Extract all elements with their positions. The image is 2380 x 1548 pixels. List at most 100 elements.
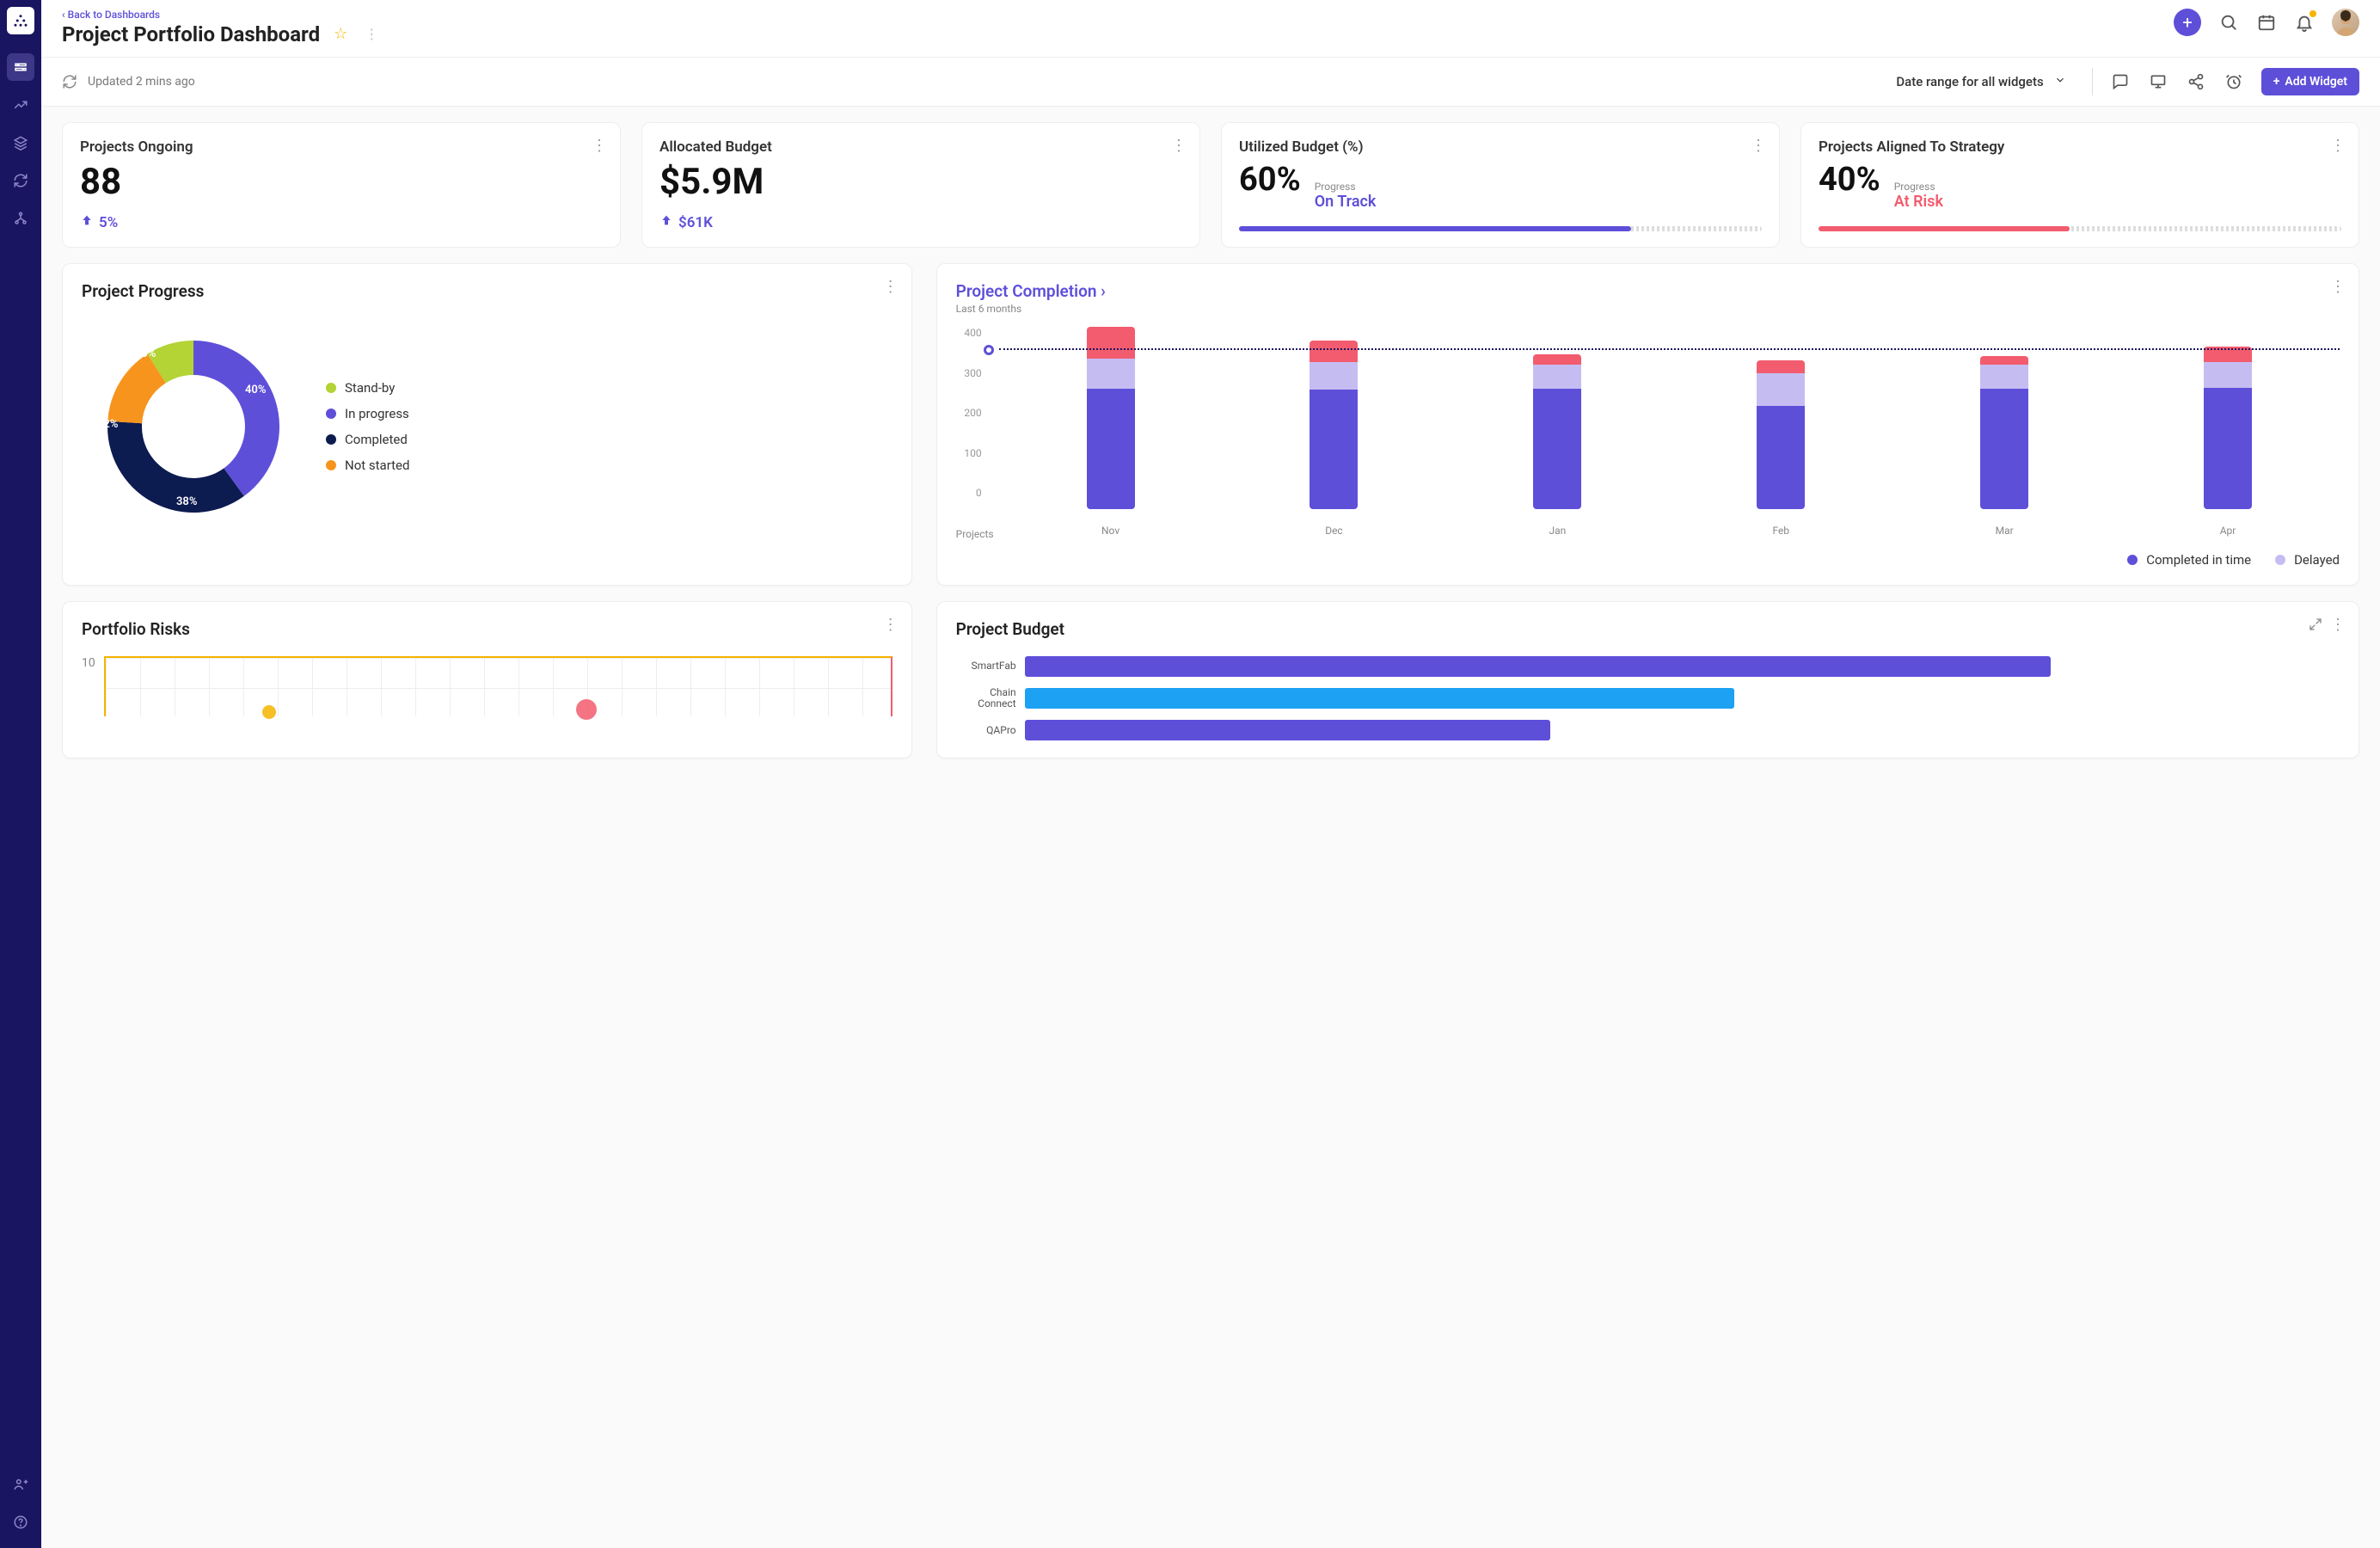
card-menu-icon[interactable]: ⋮	[2330, 137, 2346, 155]
present-icon[interactable]	[2148, 71, 2168, 92]
card-title: Utilized Budget (%)	[1239, 138, 1762, 156]
bar-segment	[1533, 365, 1581, 389]
card-menu-icon[interactable]: ⋮	[1171, 137, 1187, 155]
chart-title: Portfolio Risks	[82, 619, 892, 639]
progress-bar	[1819, 226, 2341, 231]
card-utilized: ⋮ Utilized Budget (%) 60% Progress On Tr…	[1221, 122, 1780, 248]
calendar-icon[interactable]	[2256, 12, 2277, 33]
bar-segment	[1310, 341, 1358, 362]
avatar[interactable]	[2332, 9, 2359, 36]
progress-fill	[1819, 226, 2070, 231]
sidebar-sync-icon[interactable]	[7, 167, 34, 194]
page-menu-icon[interactable]: ⋮	[361, 23, 382, 44]
card-menu-icon[interactable]: ⋮	[883, 616, 899, 634]
card-menu-icon[interactable]: ⋮	[1751, 137, 1767, 155]
hbar-fill	[1025, 720, 1551, 740]
add-widget-button[interactable]: + Add Widget	[2261, 68, 2359, 95]
card-title: Projects Ongoing	[80, 138, 603, 156]
create-button[interactable]: +	[2174, 9, 2201, 36]
expand-icon[interactable]	[2309, 617, 2322, 635]
chart-title: Project Progress	[82, 281, 892, 301]
bar-segment	[1757, 373, 1805, 406]
back-link[interactable]: ‹ Back to Dashboards	[62, 9, 382, 21]
completion-bar-chart: 400 300 200 100 0	[956, 327, 2340, 525]
slice-label: 40%	[245, 384, 266, 396]
sidebar-help-icon[interactable]	[7, 1508, 34, 1536]
slice-label: 22%	[97, 418, 118, 431]
legend-dot	[2127, 555, 2138, 565]
donut-chart: 40% 38% 22% 20%	[82, 315, 305, 538]
progress-fill	[1239, 226, 1631, 231]
card-menu-icon[interactable]: ⋮	[2330, 278, 2346, 296]
add-widget-label: Add Widget	[2285, 75, 2347, 89]
star-icon[interactable]: ☆	[334, 25, 347, 43]
bar-segment	[1087, 327, 1135, 359]
sidebar-org-icon[interactable]	[7, 205, 34, 232]
hbar-row: QAPro	[956, 720, 2340, 740]
hbar-label: QAPro	[956, 725, 1016, 736]
card-delta: 5%	[80, 213, 603, 231]
daterange-select[interactable]: Date range for all widgets	[1887, 69, 2074, 95]
y-tick: 400	[956, 327, 982, 339]
bar-segment	[1533, 389, 1581, 509]
legend-item: Completed in time	[2127, 552, 2251, 568]
divider	[2092, 68, 2093, 95]
legend-dot	[326, 434, 336, 445]
app-logo[interactable]	[7, 7, 34, 34]
progress-status: At Risk	[1894, 193, 1943, 211]
risk-chart: 10	[82, 656, 892, 716]
card-menu-icon[interactable]: ⋮	[883, 278, 899, 296]
card-menu-icon[interactable]: ⋮	[2330, 616, 2346, 634]
content: ⋮ Projects Ongoing 88 5% ⋮ Allocated Bud…	[41, 107, 2380, 1548]
comments-icon[interactable]	[2110, 71, 2131, 92]
alarm-icon[interactable]	[2224, 71, 2244, 92]
legend-item: Stand-by	[326, 380, 409, 396]
card-aligned: ⋮ Projects Aligned To Strategy 40% Progr…	[1800, 122, 2359, 248]
legend-dot	[2275, 555, 2285, 565]
y-tick: 200	[956, 407, 982, 419]
hbar-fill	[1025, 688, 1735, 709]
card-menu-icon[interactable]: ⋮	[592, 137, 608, 155]
hbar-label: Chain Connect	[956, 687, 1016, 710]
legend-label: In progress	[345, 406, 409, 421]
chevron-down-icon	[2054, 74, 2066, 89]
sidebar-users-icon[interactable]	[7, 1471, 34, 1498]
bar-segment	[1980, 365, 2028, 389]
arrow-up-icon	[659, 213, 673, 231]
sidebar-dashboards-icon[interactable]	[7, 53, 34, 81]
card-portfolio-risks: ⋮ Portfolio Risks 10	[62, 601, 912, 759]
delta-value: 5%	[99, 214, 118, 231]
risk-plot	[104, 656, 892, 716]
sidebar-trends-icon[interactable]	[7, 91, 34, 119]
subbar: Updated 2 mins ago Date range for all wi…	[41, 58, 2380, 107]
hbar-label: SmartFab	[956, 660, 1016, 672]
y-tick: 300	[956, 367, 982, 379]
delta-value: $61K	[678, 214, 713, 231]
legend-label: Stand-by	[345, 380, 395, 396]
daterange-label: Date range for all widgets	[1896, 74, 2043, 89]
chart-title: Project Budget	[956, 619, 2340, 639]
reference-line	[999, 348, 2340, 350]
notification-dot	[2309, 10, 2316, 17]
card-pct: 60%	[1239, 161, 1301, 199]
bar-segment	[1087, 389, 1135, 509]
hbar-fill	[1025, 656, 2051, 677]
arrow-up-icon	[80, 213, 94, 231]
legend-label: Completed	[345, 432, 408, 447]
share-icon[interactable]	[2186, 71, 2206, 92]
card-project-completion: ⋮ Project Completion › Last 6 months 400…	[936, 263, 2359, 586]
risk-point	[576, 699, 597, 720]
notifications-icon[interactable]	[2294, 12, 2315, 33]
x-tick: Jan	[1445, 525, 1669, 540]
search-icon[interactable]	[2218, 12, 2239, 33]
chart-subtitle: Last 6 months	[956, 303, 2340, 315]
legend-label: Completed in time	[2146, 552, 2251, 568]
x-tick: Nov	[999, 525, 1223, 540]
refresh-icon[interactable]	[62, 74, 77, 89]
progress-bar	[1239, 226, 1762, 231]
chart-title-link[interactable]: Project Completion ›	[956, 281, 2340, 301]
hbar-row: Chain Connect	[956, 687, 2340, 710]
bar-segment	[1980, 356, 2028, 365]
sidebar-layers-icon[interactable]	[7, 129, 34, 157]
card-project-progress: ⋮ Project Progress	[62, 263, 912, 586]
